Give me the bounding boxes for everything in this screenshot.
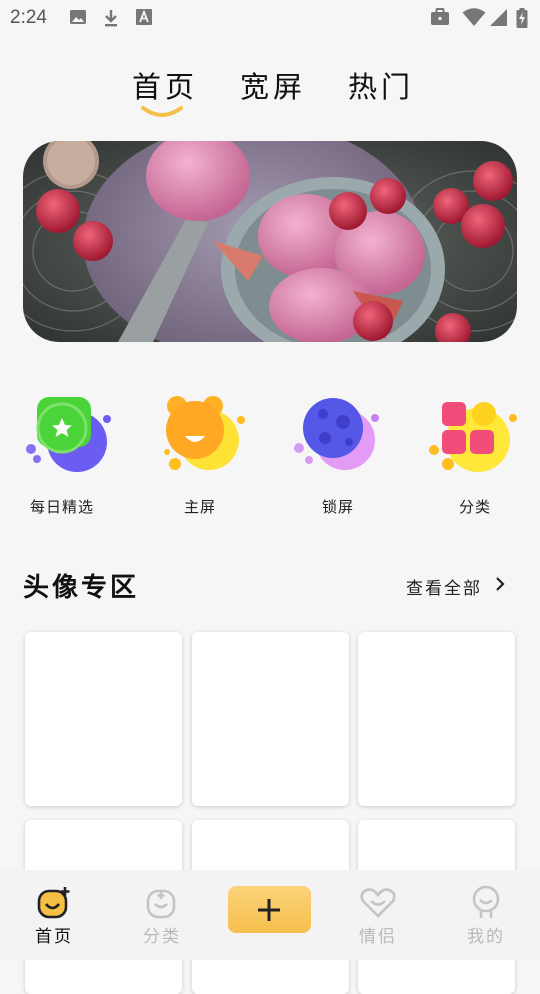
- status-time: 2:24: [10, 7, 47, 28]
- category-classify[interactable]: 分类: [420, 392, 530, 522]
- category-icon: [146, 889, 176, 919]
- chevron-right-icon[interactable]: [494, 576, 506, 592]
- tab-home[interactable]: 首页: [132, 64, 198, 106]
- signal-icon: [490, 9, 507, 26]
- nav-couple[interactable]: 情侣: [338, 870, 418, 950]
- banner-image[interactable]: [23, 141, 517, 342]
- category-daily-picks[interactable]: 每日精选: [7, 392, 117, 522]
- battery-charging-icon: [516, 8, 528, 28]
- nav-label: 分类: [143, 927, 181, 947]
- tab-hot[interactable]: 热门: [348, 64, 414, 106]
- category-label: 分类: [458, 498, 491, 516]
- add-button[interactable]: [228, 886, 311, 933]
- profile-icon: [472, 885, 500, 918]
- nav-home[interactable]: 首页: [14, 870, 94, 950]
- download-icon: [105, 10, 117, 27]
- nav-profile[interactable]: 我的: [446, 870, 526, 950]
- star-badge-icon: [26, 397, 111, 472]
- font-icon: [136, 9, 152, 25]
- grid-squares-icon: [429, 402, 517, 472]
- category-label: 每日精选: [29, 498, 94, 516]
- heart-couple-icon: [360, 888, 396, 918]
- home-smile-icon: [37, 887, 70, 919]
- category-home-screen[interactable]: 主屏: [145, 392, 255, 522]
- top-tabs: 首页 宽屏 热门: [0, 64, 540, 124]
- nav-label: 我的: [467, 927, 505, 947]
- ice-cream-photo: [23, 141, 517, 342]
- view-all-link[interactable]: 查看全部: [406, 574, 482, 599]
- avatar-card[interactable]: [192, 632, 349, 806]
- nav-label: 首页: [35, 927, 73, 947]
- plus-icon: [258, 899, 280, 921]
- nav-label: 情侣: [359, 927, 397, 947]
- avatar-card[interactable]: [25, 632, 182, 806]
- moon-planet-icon: [294, 398, 379, 470]
- bottom-navigation: 首页 分类 情侣 我的: [0, 870, 540, 960]
- tab-widescreen[interactable]: 宽屏: [240, 64, 306, 106]
- wifi-icon: [462, 8, 486, 26]
- avatar-card[interactable]: [358, 632, 515, 806]
- briefcase-icon: [431, 8, 449, 25]
- image-icon: [70, 10, 86, 24]
- active-tab-indicator: [141, 106, 183, 117]
- category-lock-screen[interactable]: 锁屏: [283, 392, 393, 522]
- category-label: 主屏: [183, 498, 216, 516]
- category-label: 锁屏: [321, 498, 354, 516]
- smile-bear-icon: [164, 396, 245, 470]
- status-bar: 2:24: [0, 0, 540, 36]
- section-title: 头像专区: [23, 573, 140, 603]
- nav-category[interactable]: 分类: [122, 870, 202, 950]
